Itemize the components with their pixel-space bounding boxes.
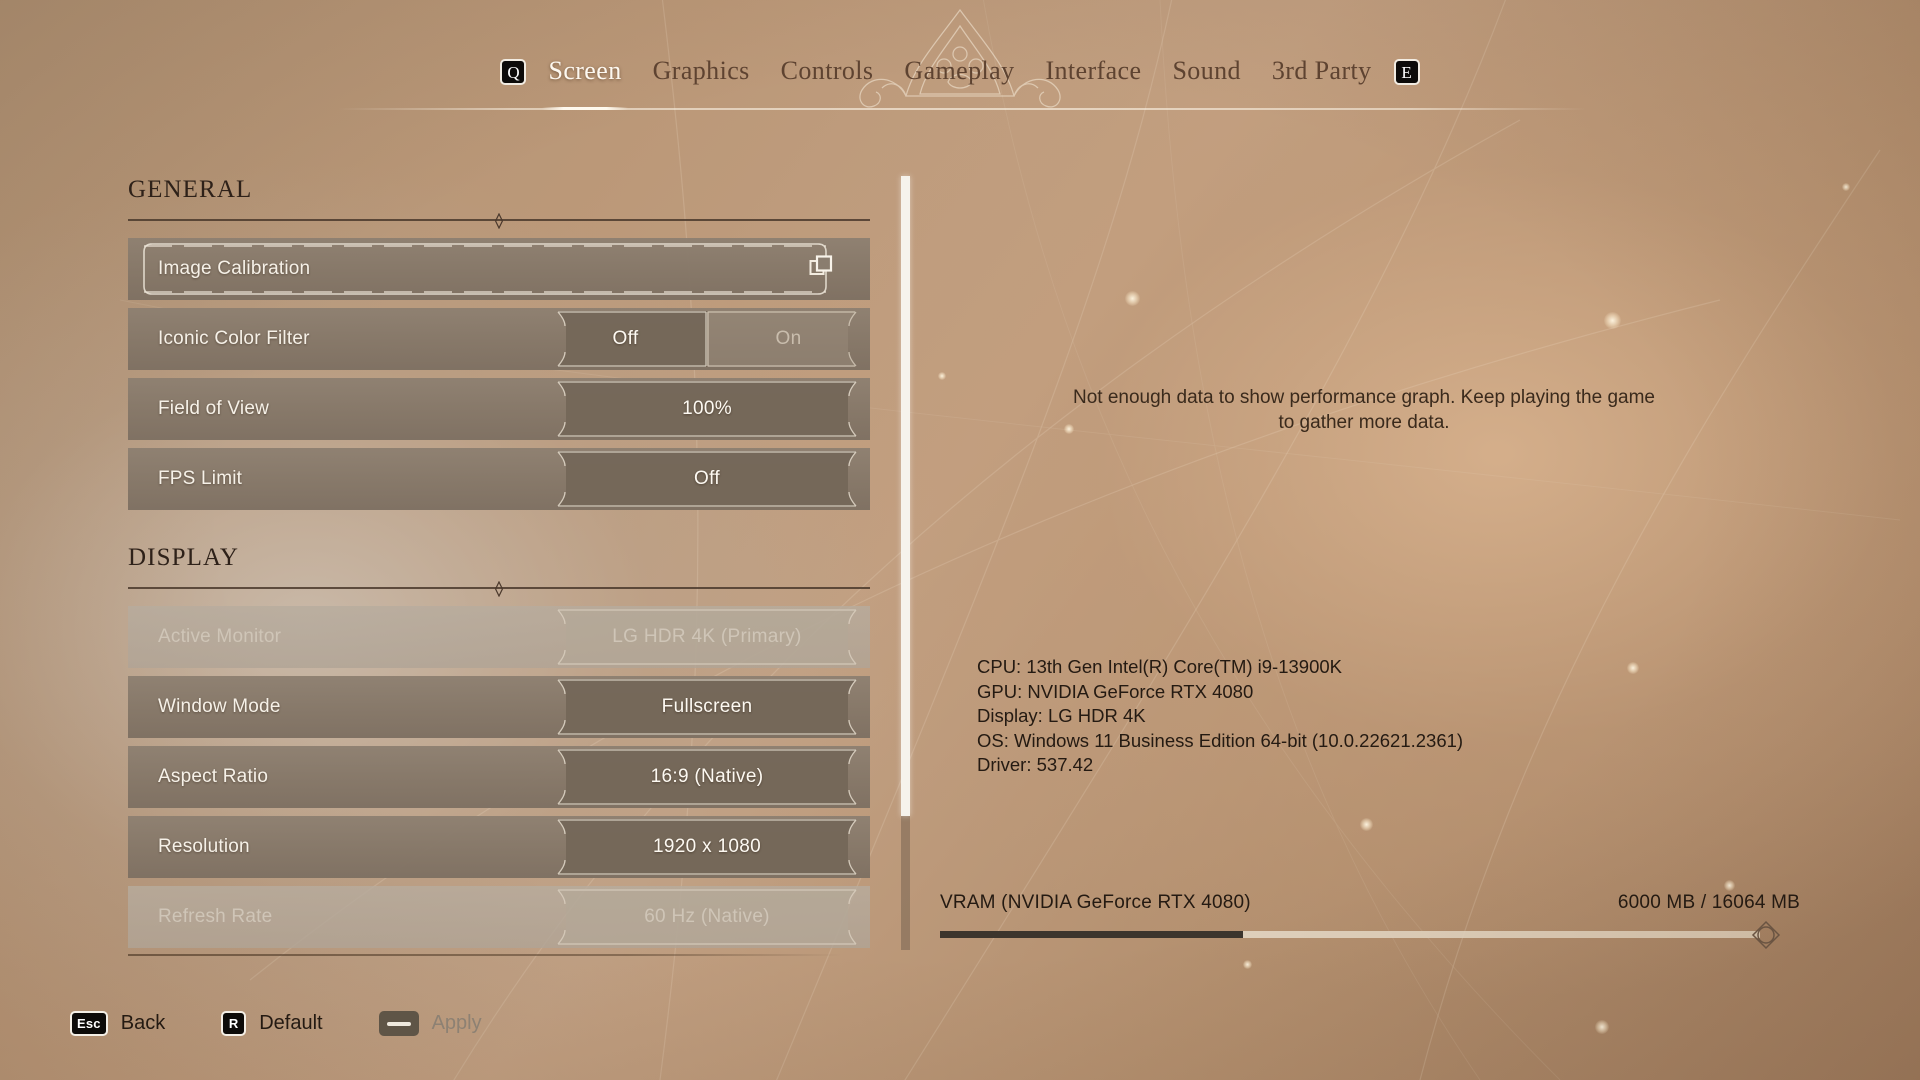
next-tab-key[interactable]: E xyxy=(1393,59,1420,85)
settings-scrollbar-thumb[interactable] xyxy=(901,176,910,816)
action-back[interactable]: Esc Back xyxy=(70,1011,165,1036)
refresh-rate-stepper: 60 Hz (Native) xyxy=(544,889,870,945)
system-info-driver: Driver: 537.42 xyxy=(977,754,1094,776)
fps-limit-stepper[interactable]: Off xyxy=(544,451,870,507)
settings-scrollbar-track[interactable] xyxy=(901,176,910,950)
system-info-cpu: CPU: 13th Gen Intel(R) Core(TM) i9-13900… xyxy=(977,656,1342,677)
section-title-display: DISPLAY xyxy=(128,544,239,571)
setting-label: FPS Limit xyxy=(158,468,243,489)
vram-header: VRAM (NVIDIA GeForce RTX 4080) 6000 MB /… xyxy=(940,892,1800,914)
setting-row-fps-limit[interactable]: FPS Limit Off xyxy=(128,448,870,510)
divider-star-icon xyxy=(494,581,504,597)
setting-label: Refresh Rate xyxy=(158,906,273,927)
settings-tab-nav[interactable]: Q Screen Graphics Controls Gameplay Inte… xyxy=(0,56,1920,110)
settings-header: Q Screen Graphics Controls Gameplay Inte… xyxy=(0,0,1920,118)
settings-panel: GENERAL Image Calibration Iconic Color F… xyxy=(128,176,870,956)
vram-bar-fill xyxy=(940,931,1244,938)
section-general-rows: Image Calibration Iconic Color Filter Of… xyxy=(128,238,870,518)
system-info-block: CPU: 13th Gen Intel(R) Core(TM) i9-13900… xyxy=(977,655,1463,778)
tab-screen[interactable]: Screen xyxy=(542,56,629,110)
tab-sound[interactable]: Sound xyxy=(1172,56,1240,88)
esc-key-icon[interactable]: Esc xyxy=(70,1011,108,1036)
vram-label: VRAM (NVIDIA GeForce RTX 4080) xyxy=(940,892,1251,913)
aspect-ratio-value: 16:9 (Native) xyxy=(650,766,764,787)
toggle-option-on[interactable]: On xyxy=(707,311,870,367)
vram-end-marker-icon xyxy=(1751,920,1781,950)
space-key-icon xyxy=(378,1011,419,1036)
vram-bar-track xyxy=(940,920,1781,950)
vram-value: 6000 MB / 16064 MB xyxy=(1617,892,1800,913)
performance-graph-message: Not enough data to show performance grap… xyxy=(1073,387,1655,433)
setting-label: Window Mode xyxy=(158,696,281,717)
section-divider-general xyxy=(128,213,870,229)
aspect-ratio-stepper[interactable]: 16:9 (Native) xyxy=(544,749,870,805)
resolution-value: 1920 x 1080 xyxy=(653,836,761,857)
setting-label: Active Monitor xyxy=(158,626,282,647)
header-divider xyxy=(338,108,1586,110)
window-mode-stepper[interactable]: Fullscreen xyxy=(544,679,870,735)
action-apply-label: Apply xyxy=(431,1012,482,1034)
active-monitor-value: LG HDR 4K (Primary) xyxy=(612,626,802,647)
section-title-general: GENERAL xyxy=(128,176,253,203)
setting-label: Resolution xyxy=(158,836,250,857)
setting-row-resolution[interactable]: Resolution 1920 x 1080 xyxy=(128,816,870,878)
tab-interface[interactable]: Interface xyxy=(1045,56,1141,88)
open-window-icon[interactable] xyxy=(808,254,834,285)
action-default[interactable]: R Default xyxy=(221,1011,323,1036)
setting-label: Iconic Color Filter xyxy=(158,328,310,349)
resolution-stepper[interactable]: 1920 x 1080 xyxy=(544,819,870,875)
prev-tab-key[interactable]: Q xyxy=(500,59,527,85)
setting-label: Image Calibration xyxy=(158,258,311,279)
vram-usage-meter: VRAM (NVIDIA GeForce RTX 4080) 6000 MB /… xyxy=(940,892,1800,950)
field-of-view-value: 100% xyxy=(682,398,732,419)
section-general: GENERAL Image Calibration Iconic Color F… xyxy=(128,176,870,518)
system-info-gpu: GPU: NVIDIA GeForce RTX 4080 xyxy=(977,680,1254,702)
setting-row-aspect-ratio[interactable]: Aspect Ratio 16:9 (Native) xyxy=(128,746,870,808)
tab-controls[interactable]: Controls xyxy=(781,56,874,88)
tab-list[interactable]: Screen Graphics Controls Gameplay Interf… xyxy=(542,56,1372,110)
divider-star-icon xyxy=(494,213,504,229)
setting-label: Field of View xyxy=(158,398,270,419)
iconic-color-filter-toggle[interactable]: Off On xyxy=(544,311,870,367)
field-of-view-stepper[interactable]: 100% xyxy=(544,381,870,437)
setting-row-refresh-rate: Refresh Rate 60 Hz (Native) xyxy=(128,886,870,948)
setting-row-iconic-color-filter[interactable]: Iconic Color Filter Off On xyxy=(128,308,870,370)
toggle-option-on-label: On xyxy=(775,328,802,349)
setting-label: Aspect Ratio xyxy=(158,766,269,787)
refresh-rate-value: 60 Hz (Native) xyxy=(644,906,770,927)
setting-row-image-calibration[interactable]: Image Calibration xyxy=(128,238,870,300)
active-monitor-stepper: LG HDR 4K (Primary) xyxy=(544,609,870,665)
action-back-label: Back xyxy=(120,1012,166,1034)
section-divider-display xyxy=(128,581,870,597)
window-mode-value: Fullscreen xyxy=(661,696,753,717)
section-display: DISPLAY Active Monitor LG HDR 4K (Primar… xyxy=(128,544,870,956)
r-key-icon[interactable]: R xyxy=(221,1011,247,1036)
section-display-rows: Active Monitor LG HDR 4K (Primary) Windo… xyxy=(128,606,870,956)
toggle-option-off[interactable]: Off xyxy=(544,311,707,367)
tab-gameplay[interactable]: Gameplay xyxy=(904,56,1014,88)
system-info-display: Display: LG HDR 4K xyxy=(977,705,1146,727)
action-apply: Apply xyxy=(378,1011,482,1036)
tab-3rd-party[interactable]: 3rd Party xyxy=(1272,56,1372,88)
tab-screen-label: Screen xyxy=(548,56,622,85)
fps-limit-value: Off xyxy=(694,468,720,489)
tab-graphics[interactable]: Graphics xyxy=(653,56,750,88)
toggle-option-off-label: Off xyxy=(612,328,639,349)
footer-actions: Esc Back R Default Apply xyxy=(70,1011,538,1036)
action-default-label: Default xyxy=(259,1012,323,1034)
setting-row-field-of-view[interactable]: Field of View 100% xyxy=(128,378,870,440)
system-info-os: OS: Windows 11 Business Edition 64-bit (… xyxy=(977,729,1464,751)
setting-row-active-monitor: Active Monitor LG HDR 4K (Primary) xyxy=(128,606,870,668)
setting-row-window-mode[interactable]: Window Mode Fullscreen xyxy=(128,676,870,738)
settings-bottom-divider xyxy=(128,954,842,956)
